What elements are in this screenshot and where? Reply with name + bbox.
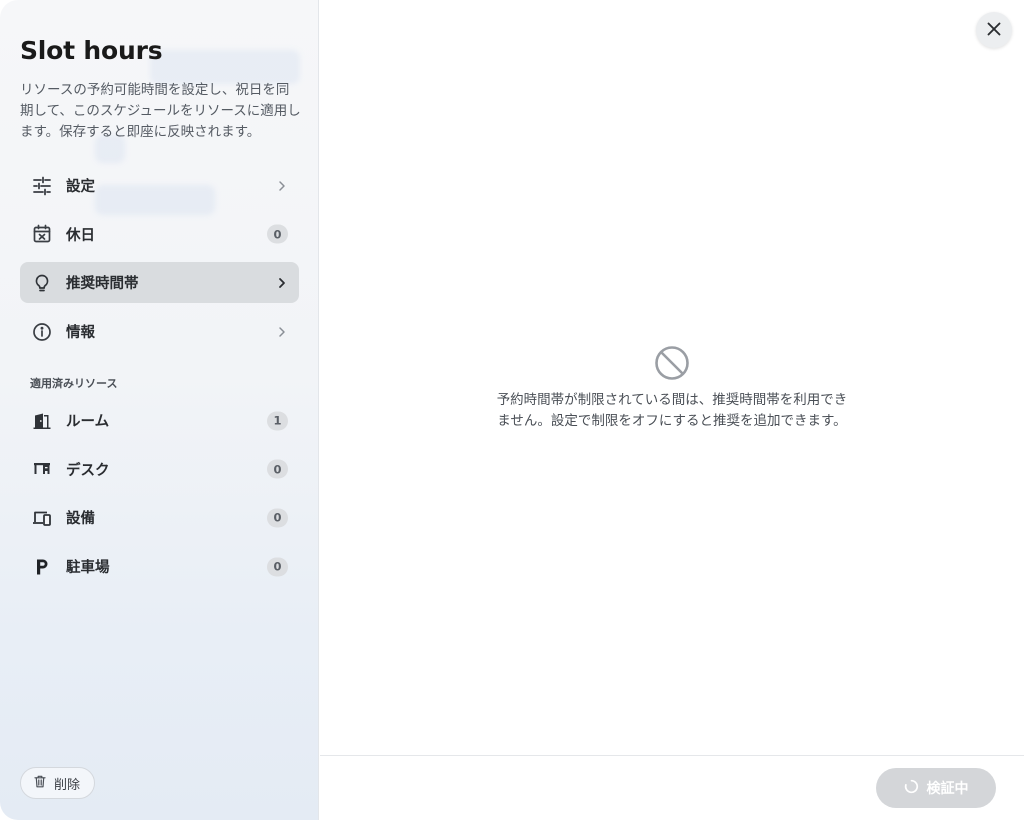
desk-icon (31, 458, 53, 480)
sidebar: Slot hours リソースの予約可能時間を設定し、祝日を同期して、このスケジ… (0, 0, 319, 820)
applied-resources-heading: 適用済みリソース (30, 377, 118, 390)
devices-icon (31, 507, 53, 529)
parking-icon (31, 556, 53, 578)
resource-item-desks[interactable]: デスク 0 (20, 449, 299, 490)
close-icon (986, 21, 1002, 40)
menu-item-settings[interactable]: 設定 (20, 165, 299, 206)
chevron-right-icon (276, 326, 288, 338)
resource-list: ルーム 1 デスク 0 設備 0 駐車場 0 (20, 400, 299, 595)
resource-item-label: 設備 (66, 511, 95, 528)
dialog-window: Slot hours リソースの予約可能時間を設定し、祝日を同期して、このスケジ… (0, 0, 1024, 820)
resource-item-label: デスク (66, 462, 110, 479)
delete-button-label: 削除 (54, 777, 81, 793)
count-badge: 0 (267, 557, 288, 577)
count-badge-wrapper: 0 (267, 508, 288, 528)
calendar-x-icon (31, 223, 53, 245)
chevron-right-icon (276, 277, 288, 289)
trash-icon (34, 775, 46, 792)
menu-item-label: 推奨時間帯 (66, 276, 139, 293)
count-badge-wrapper: 0 (267, 224, 288, 244)
menu-item-holidays[interactable]: 休日 0 (20, 214, 299, 255)
resource-item-rooms[interactable]: ルーム 1 (20, 400, 299, 441)
menu-item-label: 休日 (66, 227, 95, 244)
spinner-icon (904, 779, 919, 798)
count-badge: 0 (267, 508, 288, 528)
prohibited-icon (655, 346, 689, 380)
count-badge: 1 (267, 411, 288, 430)
lightbulb-icon (31, 272, 53, 294)
page-title: Slot hours (20, 36, 163, 65)
empty-state: 予約時間帯が制限されている間は、推奨時間帯を利用できません。設定で制限をオフにす… (492, 344, 852, 432)
resource-item-parking[interactable]: 駐車場 0 (20, 546, 299, 587)
resource-item-label: ルーム (66, 414, 110, 430)
resource-item-equipment[interactable]: 設備 0 (20, 497, 299, 538)
verify-button-label: 検証中 (926, 781, 969, 797)
verify-button[interactable]: 検証中 (876, 768, 996, 808)
empty-state-message: 予約時間帯が制限されている間は、推奨時間帯を利用できません。設定で制限をオフにす… (496, 392, 848, 429)
menu-item-label: 情報 (66, 325, 95, 342)
room-door-icon (31, 410, 53, 432)
menu-item-label: 設定 (66, 179, 95, 195)
page-description: リソースの予約可能時間を設定し、祝日を同期して、このスケジュールをリソースに適用… (20, 82, 301, 140)
close-button[interactable] (976, 12, 1012, 48)
background-blur (150, 50, 300, 84)
info-icon (31, 321, 53, 343)
count-badge: 0 (267, 459, 288, 479)
sliders-icon (31, 175, 53, 197)
dialog-footer: 検証中 (320, 755, 1024, 820)
count-badge-wrapper: 0 (267, 557, 288, 577)
delete-button[interactable]: 削除 (20, 767, 96, 799)
settings-menu: 設定 休日 0 推奨時間帯 情報 (20, 165, 299, 360)
count-badge-wrapper: 0 (267, 459, 288, 479)
count-badge-wrapper: 1 (267, 411, 288, 430)
resource-item-label: 駐車場 (66, 560, 110, 577)
chevron-right-icon (276, 180, 288, 192)
menu-item-info[interactable]: 情報 (20, 311, 299, 352)
menu-item-recommended-hours[interactable]: 推奨時間帯 (20, 262, 299, 304)
count-badge: 0 (267, 224, 288, 244)
main-panel: 予約時間帯が制限されている間は、推奨時間帯を利用できません。設定で制限をオフにす… (320, 0, 1024, 820)
